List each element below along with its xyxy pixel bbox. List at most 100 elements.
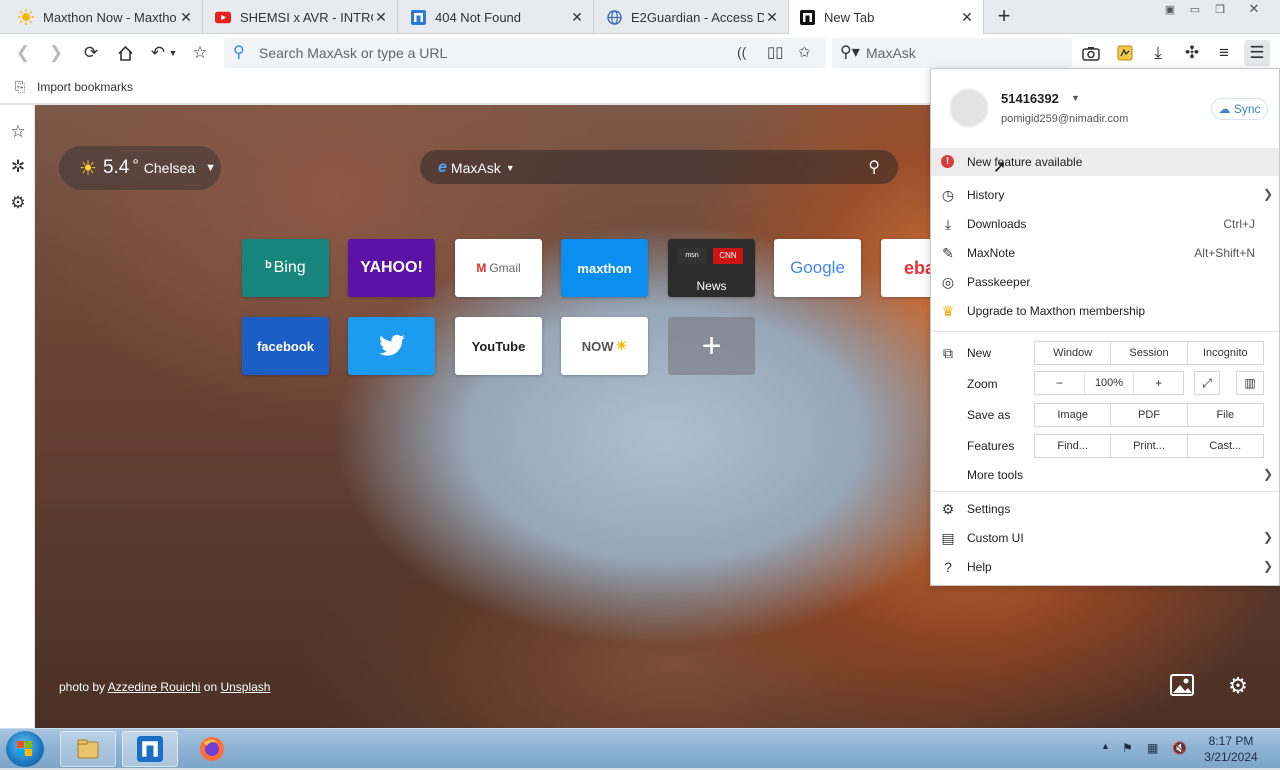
window-close-icon[interactable]: ✕	[1245, 1, 1263, 16]
search-engine-icon[interactable]: ⚲▾	[840, 42, 860, 62]
maxthon-icon	[410, 9, 426, 25]
menu-downloads[interactable]: ⤓ Downloads Ctrl+J	[931, 210, 1279, 239]
close-icon[interactable]: ✕	[373, 9, 389, 26]
add-icon: +	[701, 326, 722, 365]
tile-news[interactable]: msn CNN News	[668, 239, 755, 297]
tile-add[interactable]: +	[668, 317, 755, 375]
sync-button[interactable]: ☁ Sync	[1211, 98, 1268, 120]
tile-bing[interactable]: ᵇ Bing	[242, 239, 329, 297]
tab-title: E2Guardian - Access Den	[631, 9, 764, 25]
page-settings-icon[interactable]: ⚙	[1224, 673, 1252, 701]
cast-button[interactable]: Cast...	[1188, 435, 1263, 457]
wallpaper-icon[interactable]	[1168, 673, 1196, 701]
cnn-badge: CNN	[713, 248, 743, 264]
search-icon[interactable]: ⚲	[868, 157, 880, 177]
menu-help[interactable]: ? Help ❯	[931, 553, 1279, 582]
home-icon[interactable]	[113, 41, 137, 65]
user-name[interactable]: 51416392	[1001, 91, 1059, 106]
undo-dropdown-icon[interactable]: ▼	[166, 41, 180, 65]
tab-e2guardian[interactable]: E2Guardian - Access Den ✕	[594, 0, 789, 34]
tile-label: YAHOO!	[360, 259, 423, 276]
network-icon[interactable]: ▦	[1147, 741, 1158, 755]
search-engine-selector[interactable]: e MaxAsk ▼	[438, 159, 515, 177]
reader-mode-icon[interactable]: ▯▯	[767, 43, 784, 61]
new-feature-item[interactable]: ! New feature available	[931, 148, 1279, 176]
menu-more-tools[interactable]: More tools ❯	[931, 461, 1279, 490]
menu-passkeeper[interactable]: ◎ Passkeeper	[931, 268, 1279, 297]
reload-icon[interactable]: ⟳	[79, 41, 103, 65]
tray-expand-icon[interactable]: ▲	[1101, 741, 1110, 751]
new-window-button[interactable]: Window	[1035, 342, 1112, 364]
weather-widget[interactable]: ☀ 5.4 ° Chelsea ▼	[59, 146, 221, 190]
restore-icon[interactable]: ❐	[1211, 3, 1229, 17]
tile-maxthon[interactable]: maxthon	[561, 239, 648, 297]
chevron-down-icon[interactable]: ▼	[1071, 93, 1080, 103]
zoom-in-button[interactable]: +	[1134, 372, 1183, 394]
minimize-icon[interactable]: ▭	[1186, 3, 1204, 17]
fullscreen-icon[interactable]: ⤢	[1194, 371, 1220, 395]
save-pdf-button[interactable]: PDF	[1111, 404, 1188, 426]
file-explorer-icon[interactable]	[60, 731, 116, 767]
tile-maxthon-now[interactable]: NOW ☀	[561, 317, 648, 375]
avatar[interactable]	[949, 88, 989, 128]
close-icon[interactable]: ✕	[959, 9, 975, 26]
tile-gmail[interactable]: M Gmail	[455, 239, 542, 297]
menu-settings[interactable]: ⚙ Settings	[931, 495, 1279, 524]
download-icon[interactable]: ⤓	[1146, 41, 1170, 65]
address-bar[interactable]: ⚲ Search MaxAsk or type a URL (( ▯▯ ✩	[224, 38, 826, 68]
sidebar-list-icon[interactable]: ≡	[1212, 41, 1236, 65]
tile-google[interactable]: Google	[774, 239, 861, 297]
favorites-icon[interactable]: ☆	[8, 122, 28, 142]
close-icon[interactable]: ✕	[764, 9, 780, 26]
tab-maxthon-now[interactable]: Maxthon Now - Maxtho ✕	[0, 0, 203, 34]
back-icon[interactable]: ❮	[11, 41, 35, 65]
forward-icon[interactable]: ❯	[44, 41, 68, 65]
split-view-icon[interactable]: ▥	[1236, 371, 1264, 395]
tile-facebook[interactable]: facebook	[242, 317, 329, 375]
new-incognito-button[interactable]: Incognito	[1188, 342, 1263, 364]
import-bookmarks-link[interactable]: Import bookmarks	[37, 80, 133, 94]
new-session-button[interactable]: Session	[1111, 342, 1188, 364]
menu-upgrade[interactable]: ♛ Upgrade to Maxthon membership	[931, 297, 1279, 326]
new-tab-button[interactable]: +	[990, 4, 1018, 30]
tab-new-tab[interactable]: New Tab ✕	[789, 0, 984, 34]
clock[interactable]: 8:17 PM 3/21/2024	[1196, 733, 1266, 765]
zoom-out-button[interactable]: −	[1035, 372, 1085, 394]
page-search-bar[interactable]: e MaxAsk ▼ ⚲	[420, 150, 898, 184]
menu-custom-ui[interactable]: ▤ Custom UI ❯	[931, 524, 1279, 553]
extensions-icon[interactable]: ✣	[1180, 41, 1204, 65]
add-favorite-icon[interactable]: ✩	[798, 43, 811, 61]
save-file-button[interactable]: File	[1188, 404, 1263, 426]
maxthon-taskbar-icon[interactable]	[122, 731, 178, 767]
tab-list-icon[interactable]: ▣	[1161, 3, 1179, 17]
tile-yahoo[interactable]: YAHOO!	[348, 239, 435, 297]
menu-maxnote[interactable]: ✎ MaxNote Alt+Shift+N	[931, 239, 1279, 268]
unsplash-link[interactable]: Unsplash	[220, 680, 270, 694]
star-icon[interactable]: ☆	[188, 41, 212, 65]
close-icon[interactable]: ✕	[178, 9, 194, 26]
new-window-icon: ⧉	[943, 345, 953, 361]
apps-icon[interactable]: ⚙	[8, 193, 28, 213]
volume-muted-icon[interactable]: 🔇	[1172, 741, 1187, 755]
start-button[interactable]	[6, 731, 44, 767]
print-button[interactable]: Print...	[1111, 435, 1188, 457]
tab-404[interactable]: 404 Not Found ✕	[398, 0, 594, 34]
main-menu-icon[interactable]: ☰	[1244, 40, 1270, 66]
menu-history[interactable]: ◷ History ❯	[931, 181, 1279, 210]
weather-city: Chelsea	[143, 160, 196, 176]
tile-twitter[interactable]	[348, 317, 435, 375]
sync-label: Sync	[1233, 102, 1261, 116]
find-button[interactable]: Find...	[1035, 435, 1112, 457]
read-aloud-icon[interactable]: ((	[737, 44, 746, 60]
flag-icon[interactable]: ⚑	[1122, 741, 1133, 755]
search-box[interactable]: ⚲▾ MaxAsk	[832, 38, 1072, 68]
firefox-icon[interactable]	[184, 731, 240, 767]
tile-youtube[interactable]: YouTube	[455, 317, 542, 375]
ai-assistant-icon[interactable]: ✲	[8, 157, 28, 177]
tab-youtube[interactable]: SHEMSI x AVR - INTRO ( ✕	[203, 0, 398, 34]
save-image-button[interactable]: Image	[1035, 404, 1112, 426]
screenshot-icon[interactable]	[1079, 41, 1103, 65]
close-icon[interactable]: ✕	[569, 9, 585, 26]
notes-icon[interactable]	[1113, 41, 1137, 65]
author-link[interactable]: Azzedine Rouichi	[108, 680, 201, 694]
